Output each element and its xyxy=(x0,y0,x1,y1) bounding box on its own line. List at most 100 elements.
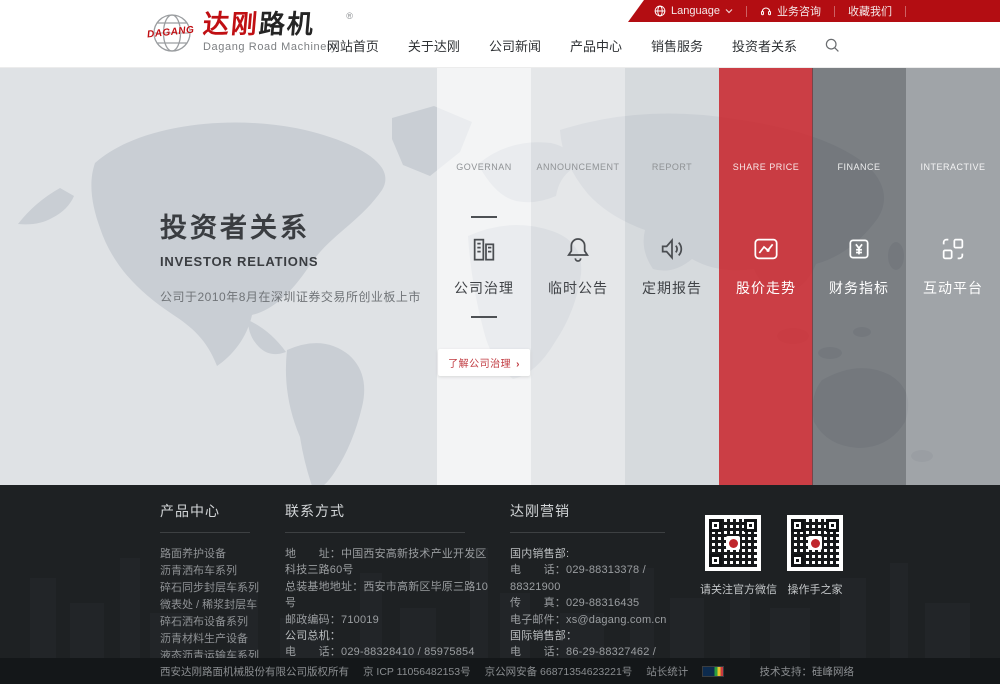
contact-postcode: 邮政编码：710019 xyxy=(285,612,495,628)
footer-heading-marketing: 达刚营销 xyxy=(510,501,685,521)
column-label-cn: 财务指标 xyxy=(812,278,906,298)
consult-label: 业务咨询 xyxy=(777,3,821,19)
nav-item-investor[interactable]: 投资者关系 xyxy=(726,32,803,59)
headset-icon xyxy=(760,5,772,17)
qr-finder xyxy=(709,519,722,532)
column-title-en: FINANCE xyxy=(812,162,906,172)
column-label-cn: 定期报告 xyxy=(625,278,719,298)
footer-contact-column: 联系方式 地 址：中国西安高新技术产业开发区科技三路60号 总装基地地址：西安市… xyxy=(285,501,495,658)
intl-sales-label: 国际销售部： xyxy=(510,628,685,644)
column-title-en: SHARE PRICE xyxy=(719,162,813,172)
footer-product-link[interactable]: 沥青洒布车系列 xyxy=(160,563,270,580)
ir-column-share-price[interactable]: SHARE PRICE 股价走势 xyxy=(719,68,813,485)
yuan-box-icon xyxy=(812,233,906,265)
domestic-sales-label: 国内销售部: xyxy=(510,546,685,562)
footer-products-column: 产品中心 路面养护设备 沥青洒布车系列 碎石同步封层车系列 微表处 / 稀浆封层… xyxy=(160,501,270,658)
chevron-down-icon xyxy=(725,8,733,14)
footer-product-link[interactable]: 微表处 / 稀浆封层车 xyxy=(160,597,270,614)
favorite-label: 收藏我们 xyxy=(848,3,892,19)
banner-intro: 投资者关系 INVESTOR RELATIONS 公司于2010年8月在深圳证券… xyxy=(160,206,421,305)
contact-switchboard-label: 公司总机： xyxy=(285,628,495,644)
domestic-phone: 电 话：029-88313378 / 88321900 xyxy=(510,562,685,595)
globe-logo-icon: DAGANG xyxy=(150,11,194,55)
bell-icon xyxy=(531,233,625,265)
nav-item-sales[interactable]: 销售服务 xyxy=(645,32,709,59)
divider xyxy=(471,316,497,318)
footer-heading-products: 产品中心 xyxy=(160,501,270,521)
qr-finder xyxy=(709,554,722,567)
footer-product-link[interactable]: 液态沥青运输车系列 xyxy=(160,648,270,658)
security-record-link[interactable]: 京公网安备 66871354623221号 xyxy=(485,664,633,679)
footer-product-link[interactable]: 碎石同步封层车系列 xyxy=(160,580,270,597)
column-label-cn: 股价走势 xyxy=(719,278,813,298)
ir-column-governance[interactable]: GOVERNAN 公司治理 了解公司治理 › xyxy=(437,68,531,485)
domestic-fax: 传 真：029-88316435 xyxy=(510,595,685,611)
contact-base-address: 总装基地地址：西安市高新区毕原三路10号 xyxy=(285,579,495,612)
stats-link[interactable]: 站长统计 xyxy=(646,664,688,679)
logo-en: Dagang Road Machinery xyxy=(203,41,337,53)
wechat-qr-code xyxy=(705,515,761,571)
column-label-cn: 公司治理 xyxy=(437,278,531,298)
qr-center-logo xyxy=(808,536,822,550)
operator-qr-block: 操作手之家 xyxy=(782,515,848,597)
scan-icon xyxy=(906,233,1000,265)
language-selector[interactable]: Language xyxy=(654,5,733,17)
column-title-en: REPORT xyxy=(625,162,719,172)
ir-column-interactive[interactable]: INTERACTIVE 互动平台 xyxy=(906,68,1000,485)
qr-finder xyxy=(791,519,804,532)
footer-product-link[interactable]: 沥青材料生产设备 xyxy=(160,631,270,648)
wechat-qr-caption: 请关注官方微信 xyxy=(700,581,766,597)
main-nav: 网站首页 关于达刚 公司新闻 产品中心 销售服务 投资者关系 xyxy=(321,22,840,68)
consult-link[interactable]: 业务咨询 xyxy=(760,3,821,19)
footer-product-link[interactable]: 路面养护设备 xyxy=(160,546,270,563)
speaker-icon xyxy=(625,233,719,265)
icp-link[interactable]: 京 ICP 11056482153号 xyxy=(363,664,471,679)
divider xyxy=(834,6,835,17)
chevron-right-icon: › xyxy=(516,359,520,370)
globe-icon xyxy=(654,5,666,17)
divider xyxy=(471,216,497,218)
nav-item-about[interactable]: 关于达刚 xyxy=(402,32,466,59)
intl-phone: 电 话：86-29-88327462 / 88328410-8805 xyxy=(510,644,685,658)
divider xyxy=(746,6,747,17)
qr-center-logo xyxy=(726,536,740,550)
ir-column-report[interactable]: REPORT 定期报告 xyxy=(625,68,719,485)
copyright-text: 西安达刚路面机械股份有限公司版权所有 xyxy=(160,664,349,679)
stats-badge-icon[interactable] xyxy=(702,666,724,677)
footer-product-link[interactable]: 碎石洒布设备系列 xyxy=(160,614,270,631)
column-label-cn: 临时公告 xyxy=(531,278,625,298)
cta-label: 了解公司治理 xyxy=(448,359,511,370)
nav-item-products[interactable]: 产品中心 xyxy=(564,32,628,59)
ir-column-announcement[interactable]: ANNOUNCEMENT 临时公告 xyxy=(531,68,625,485)
divider xyxy=(160,532,250,533)
operator-qr-code xyxy=(787,515,843,571)
ir-column-finance[interactable]: FINANCE 财务指标 xyxy=(812,68,906,485)
divider xyxy=(905,6,906,17)
qr-finder xyxy=(791,554,804,567)
search-icon[interactable] xyxy=(824,37,840,53)
qr-finder xyxy=(744,519,757,532)
nav-item-home[interactable]: 网站首页 xyxy=(321,32,385,59)
logo-cn-red: 达刚 xyxy=(202,9,261,39)
column-title-en: ANNOUNCEMENT xyxy=(531,162,625,172)
language-label: Language xyxy=(671,5,720,17)
contact-phone: 电 话：029-88328410 / 85975854 xyxy=(285,644,495,658)
favorite-link[interactable]: 收藏我们 xyxy=(848,3,892,19)
tech-support-link[interactable]: 技术支持：硅峰网络 xyxy=(760,666,855,678)
footer-marketing-column: 达刚营销 国内销售部: 电 话：029-88313378 / 88321900 … xyxy=(510,501,685,658)
divider xyxy=(285,532,465,533)
logo-text: 达刚路机 Dagang Road Machinery xyxy=(203,9,337,53)
listing-description: 公司于2010年8月在深圳证券交易所创业板上市 xyxy=(160,288,421,305)
learn-governance-button[interactable]: 了解公司治理 › xyxy=(438,349,530,376)
footer: 产品中心 路面养护设备 沥青洒布车系列 碎石同步封层车系列 微表处 / 稀浆封层… xyxy=(0,485,1000,658)
copyright-bar: 西安达刚路面机械股份有限公司版权所有 京 ICP 11056482153号 京公… xyxy=(0,658,1000,684)
page: DAGANG 达刚路机 Dagang Road Machinery ® 网站首页… xyxy=(0,0,1000,684)
column-label-cn: 互动平台 xyxy=(906,278,1000,298)
divider xyxy=(510,532,665,533)
column-title-en: GOVERNAN xyxy=(437,162,531,172)
investor-banner: 投资者关系 INVESTOR RELATIONS 公司于2010年8月在深圳证券… xyxy=(0,68,1000,485)
contact-address: 地 址：中国西安高新技术产业开发区科技三路60号 xyxy=(285,546,495,579)
domestic-email: 电子邮件：xs@dagang.com.cn xyxy=(510,612,685,628)
nav-item-news[interactable]: 公司新闻 xyxy=(483,32,547,59)
registered-mark: ® xyxy=(346,11,353,21)
